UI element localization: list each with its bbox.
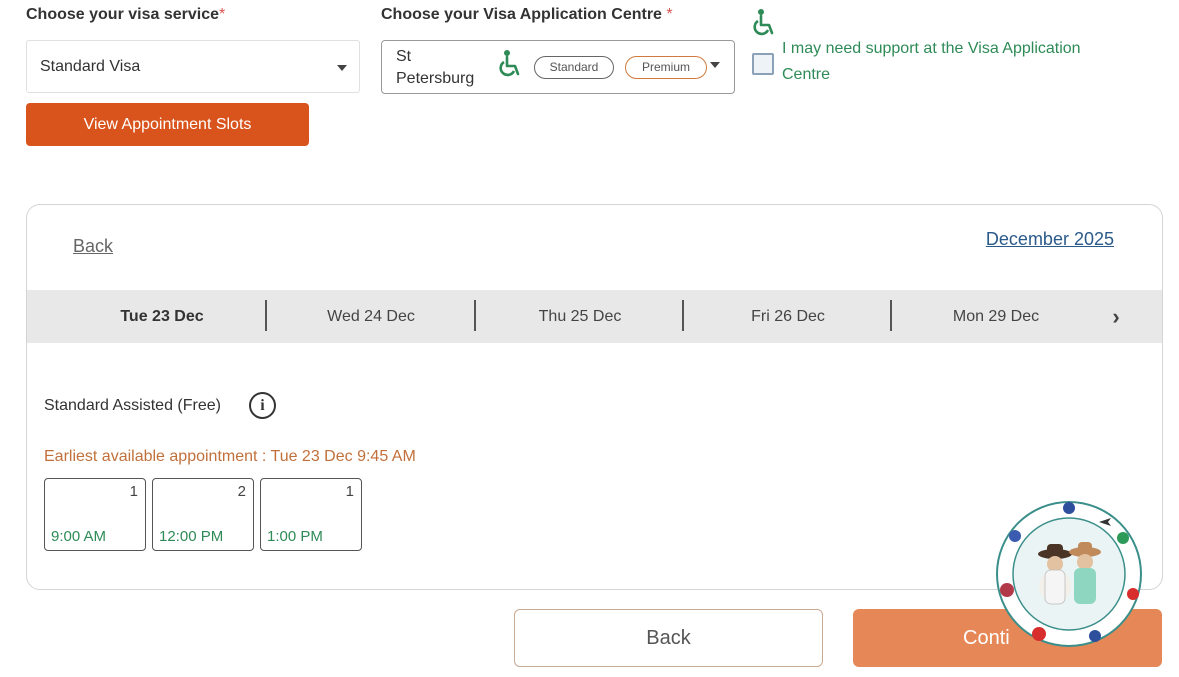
premium-badge: Premium xyxy=(625,56,707,79)
month-selector[interactable]: December 2025 xyxy=(986,229,1114,250)
slot-count: 1 xyxy=(129,483,138,500)
support-checkbox[interactable] xyxy=(752,53,774,75)
date-tab[interactable]: Mon 29 Dec xyxy=(892,290,1100,343)
watermark-logo xyxy=(995,500,1143,648)
wheelchair-icon xyxy=(752,8,778,43)
service-type-label: Standard Assisted (Free) xyxy=(44,397,221,414)
view-appointment-slots-button[interactable]: View Appointment Slots xyxy=(26,103,309,146)
chevron-down-icon xyxy=(337,65,347,71)
standard-badge: Standard xyxy=(534,56,614,79)
date-strip: Tue 23 Dec Wed 24 Dec Thu 25 Dec Fri 26 … xyxy=(27,290,1162,343)
date-tab[interactable]: Tue 23 Dec xyxy=(57,290,267,343)
back-link[interactable]: Back xyxy=(73,236,113,257)
slot-time: 1:00 PM xyxy=(267,528,323,545)
time-slot[interactable]: 2 12:00 PM xyxy=(152,478,254,551)
info-icon[interactable]: i xyxy=(249,392,276,419)
visa-service-value: Standard Visa xyxy=(40,58,141,75)
time-slot[interactable]: 1 9:00 AM xyxy=(44,478,146,551)
slot-time: 9:00 AM xyxy=(51,528,107,545)
calendar-card: Back December 2025 Tue 23 Dec Wed 24 Dec… xyxy=(26,204,1163,590)
chevron-down-icon xyxy=(710,62,720,68)
visa-centre-value: St Petersburg xyxy=(396,48,475,87)
chevron-right-icon[interactable]: › xyxy=(1101,290,1131,343)
visa-service-label: Choose your visa service* xyxy=(26,6,226,23)
required-marker: * xyxy=(218,6,226,23)
date-tab[interactable]: Fri 26 Dec xyxy=(684,290,892,343)
visa-service-select[interactable]: Standard Visa xyxy=(26,40,360,93)
date-tab[interactable]: Thu 25 Dec xyxy=(476,290,684,343)
visa-centre-label: Choose your Visa Application Centre * xyxy=(381,6,673,23)
booking-page: Choose your visa service* Choose your Vi… xyxy=(0,0,1179,677)
date-tab[interactable]: Wed 24 Dec xyxy=(267,290,475,343)
earliest-appointment-text: Earliest available appointment : Tue 23 … xyxy=(44,448,416,465)
support-checkbox-label[interactable]: I may need support at the Visa Applicati… xyxy=(782,36,1132,88)
slot-time: 12:00 PM xyxy=(159,528,224,545)
slot-count: 2 xyxy=(237,483,246,500)
wheelchair-icon xyxy=(498,49,524,84)
slot-count: 1 xyxy=(345,483,354,500)
required-marker: * xyxy=(666,6,673,23)
visa-centre-select[interactable]: St Petersburg Standard Premium xyxy=(381,40,735,94)
back-button[interactable]: Back xyxy=(514,609,823,667)
time-slot[interactable]: 1 1:00 PM xyxy=(260,478,362,551)
